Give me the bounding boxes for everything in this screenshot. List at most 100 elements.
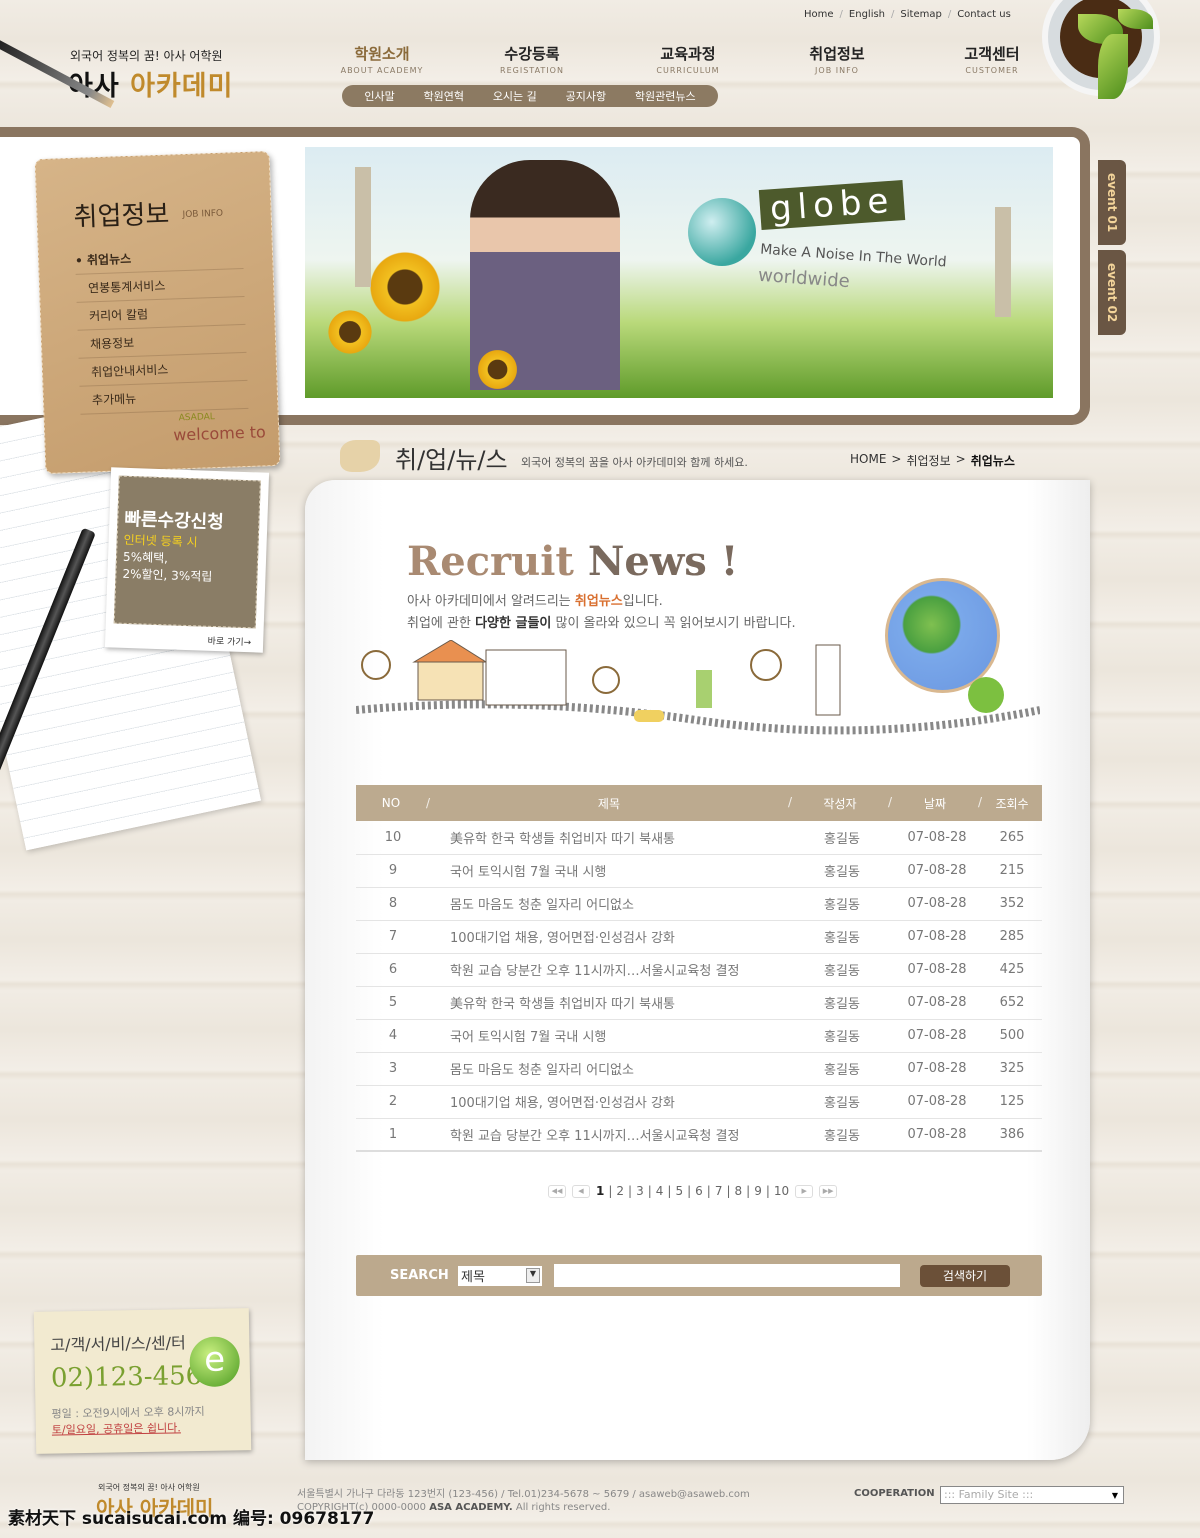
nav-about[interactable]: 학원소개 ABOUT ACADEMY <box>317 43 447 75</box>
row-title[interactable]: 국어 토익시험 7월 국내 시행 <box>430 854 792 888</box>
sidebar-card: 취업정보 JOB INFO • 취업뉴스 연봉통계서비스 커리어 칼럼 채용정보… <box>34 150 281 475</box>
table-row[interactable]: 3 몸도 마음도 청춘 일자리 어디없소 홍길동 07-08-28 325 <box>356 1052 1042 1086</box>
page-link[interactable]: 4 <box>656 1184 664 1198</box>
search-button[interactable]: 검색하기 <box>920 1264 1010 1287</box>
row-author: 홍길동 <box>792 887 892 921</box>
subnav-history[interactable]: 학원연혁 <box>424 88 464 104</box>
table-row[interactable]: 2 100대기업 채용, 영어면접·인성검사 강화 홍길동 07-08-28 125 <box>356 1085 1042 1119</box>
row-title[interactable]: 100대기업 채용, 영어면접·인성검사 강화 <box>430 1085 792 1119</box>
row-views: 125 <box>982 1085 1042 1119</box>
quick-register-card[interactable]: 빠른수강신청 인터넷 등록 시 5%혜택, 2%할인, 3%적립 바로 가기→ <box>104 467 270 653</box>
subnav-greeting[interactable]: 인사말 <box>364 88 394 104</box>
table-row[interactable]: 9 국어 토익시험 7월 국내 시행 홍길동 07-08-28 215 <box>356 854 1042 888</box>
sidebar-item-extra[interactable]: 추가메뉴 <box>79 380 249 415</box>
crumpled-paper-icon <box>340 440 380 472</box>
row-title[interactable]: 몸도 마음도 청춘 일자리 어디없소 <box>430 887 792 921</box>
row-date: 07-08-28 <box>892 953 982 987</box>
contact-link[interactable]: Contact us <box>957 9 1011 20</box>
customer-service-card: 고/객/서/비/스/센/터 02)123-4567 평일 : 오전9시에서 오후… <box>33 1308 252 1454</box>
search-input[interactable] <box>554 1264 900 1287</box>
row-no: 6 <box>356 953 430 987</box>
row-date: 07-08-28 <box>892 920 982 954</box>
row-title[interactable]: 美유학 한국 학생들 취업비자 따기 북새통 <box>430 986 792 1020</box>
row-title[interactable]: 몸도 마음도 청춘 일자리 어디없소 <box>430 1052 792 1086</box>
table-row[interactable]: 7 100대기업 채용, 영어면접·인성검사 강화 홍길동 07-08-28 285 <box>356 920 1042 954</box>
page-separator: | <box>687 1184 692 1198</box>
page-separator: | <box>746 1184 751 1198</box>
home-link[interactable]: Home <box>804 9 834 20</box>
row-author: 홍길동 <box>792 953 892 987</box>
row-views: 652 <box>982 986 1042 1020</box>
page-link[interactable]: 5 <box>675 1184 683 1198</box>
row-views: 215 <box>982 854 1042 888</box>
row-title[interactable]: 100대기업 채용, 영어면접·인성검사 강화 <box>430 920 792 954</box>
search-field-select[interactable]: 제목 ▼ <box>458 1265 542 1286</box>
last-page-button[interactable]: ▶▶ <box>819 1184 838 1198</box>
row-views: 352 <box>982 887 1042 921</box>
table-row[interactable]: 1 학원 교습 당분간 오후 11시까지…서울시교육청 결정 홍길동 07-08-28… <box>356 1118 1042 1152</box>
nav-registration[interactable]: 수강등록 REGISTATION <box>467 43 597 75</box>
intro-line2: 취업에 관한 다양한 글들이 많이 올라와 있으니 꼭 읽어보시기 바랍니다. <box>407 616 796 631</box>
page-link[interactable]: 6 <box>695 1184 703 1198</box>
row-date: 07-08-28 <box>892 821 982 855</box>
event-02-tab[interactable]: event 02 <box>1098 250 1126 335</box>
sidebar-title-en: JOB INFO <box>182 208 224 221</box>
page-link[interactable]: 7 <box>715 1184 723 1198</box>
next-page-button[interactable]: ▶ <box>795 1184 814 1198</box>
row-title[interactable]: 국어 토익시험 7월 국내 시행 <box>430 1019 792 1053</box>
subnav-directions[interactable]: 오시는 길 <box>493 88 537 104</box>
page-link[interactable]: 3 <box>636 1184 644 1198</box>
page-link[interactable]: 8 <box>735 1184 743 1198</box>
family-site-select[interactable]: ::: Family Site ::: ▼ <box>940 1486 1124 1504</box>
row-date: 07-08-28 <box>892 854 982 888</box>
page-separator: | <box>765 1184 770 1198</box>
row-views: 500 <box>982 1019 1042 1053</box>
page-link[interactable]: 1 <box>596 1184 604 1198</box>
footer-address: 서울특별시 가나구 다라동 123번지 (123-456) / Tel.01)2… <box>297 1489 750 1500</box>
page-link[interactable]: 9 <box>754 1184 762 1198</box>
page-link[interactable]: 10 <box>774 1184 789 1198</box>
sidebar-title: 취업정보 <box>73 199 170 233</box>
english-link[interactable]: English <box>849 9 885 20</box>
row-author: 홍길동 <box>792 1019 892 1053</box>
nav-customer[interactable]: 고객센터 CUSTOMER <box>927 43 1057 75</box>
subnav-notice[interactable]: 공지사항 <box>566 88 606 104</box>
breadcrumb-home[interactable]: HOME <box>850 452 886 469</box>
sidebar-brand: ASADAL <box>178 412 215 424</box>
row-no: 1 <box>356 1118 430 1152</box>
page-separator: | <box>628 1184 633 1198</box>
search-label: SEARCH <box>390 1268 449 1283</box>
banner-image <box>305 147 1053 398</box>
page-separator: | <box>647 1184 652 1198</box>
table-row[interactable]: 4 국어 토익시험 7월 국내 시행 홍길동 07-08-28 500 <box>356 1019 1042 1053</box>
row-author: 홍길동 <box>792 854 892 888</box>
breadcrumb-job-info[interactable]: 취업정보 <box>906 452 950 469</box>
first-page-button[interactable]: ◀◀ <box>548 1184 566 1198</box>
row-author: 홍길동 <box>792 1118 892 1152</box>
sunflower-icon <box>365 247 445 327</box>
row-date: 07-08-28 <box>892 1019 982 1053</box>
table-row[interactable]: 10 美유학 한국 학생들 취업비자 따기 북새통 홍길동 07-08-28 265 <box>356 821 1042 855</box>
table-row[interactable]: 6 학원 교습 당분간 오후 11시까지…서울시교육청 결정 홍길동 07-08-28… <box>356 953 1042 987</box>
page-separator: | <box>667 1184 672 1198</box>
subnav-news[interactable]: 학원관련뉴스 <box>635 88 696 104</box>
town-illustration <box>356 640 1040 735</box>
row-no: 2 <box>356 1085 430 1119</box>
cs-closed: 토/일요일, 공휴일은 쉽니다. <box>51 1421 181 1437</box>
table-row[interactable]: 8 몸도 마음도 청춘 일자리 어디없소 홍길동 07-08-28 352 <box>356 887 1042 921</box>
row-no: 10 <box>356 821 430 855</box>
row-title[interactable]: 美유학 한국 학생들 취업비자 따기 북새통 <box>430 821 792 855</box>
nav-curriculum[interactable]: 교육과정 CURRICULUM <box>623 43 753 75</box>
event-01-tab[interactable]: event 01 <box>1098 160 1126 245</box>
nav-job-info[interactable]: 취업정보 JOB INFO <box>772 43 902 75</box>
page-link[interactable]: 2 <box>616 1184 624 1198</box>
intro-line1: 아사 아카데미에서 알려드리는 취업뉴스입니다. <box>407 594 663 609</box>
table-row[interactable]: 5 美유학 한국 학생들 취업비자 따기 북새통 홍길동 07-08-28 652 <box>356 986 1042 1020</box>
quick-go-link[interactable]: 바로 가기→ <box>207 634 251 649</box>
prev-page-button[interactable]: ◀ <box>572 1184 590 1198</box>
row-date: 07-08-28 <box>892 887 982 921</box>
row-title[interactable]: 학원 교습 당분간 오후 11시까지…서울시교육청 결정 <box>430 953 792 987</box>
sitemap-link[interactable]: Sitemap <box>900 9 941 20</box>
row-title[interactable]: 학원 교습 당분간 오후 11시까지…서울시교육청 결정 <box>430 1118 792 1152</box>
row-author: 홍길동 <box>792 920 892 954</box>
